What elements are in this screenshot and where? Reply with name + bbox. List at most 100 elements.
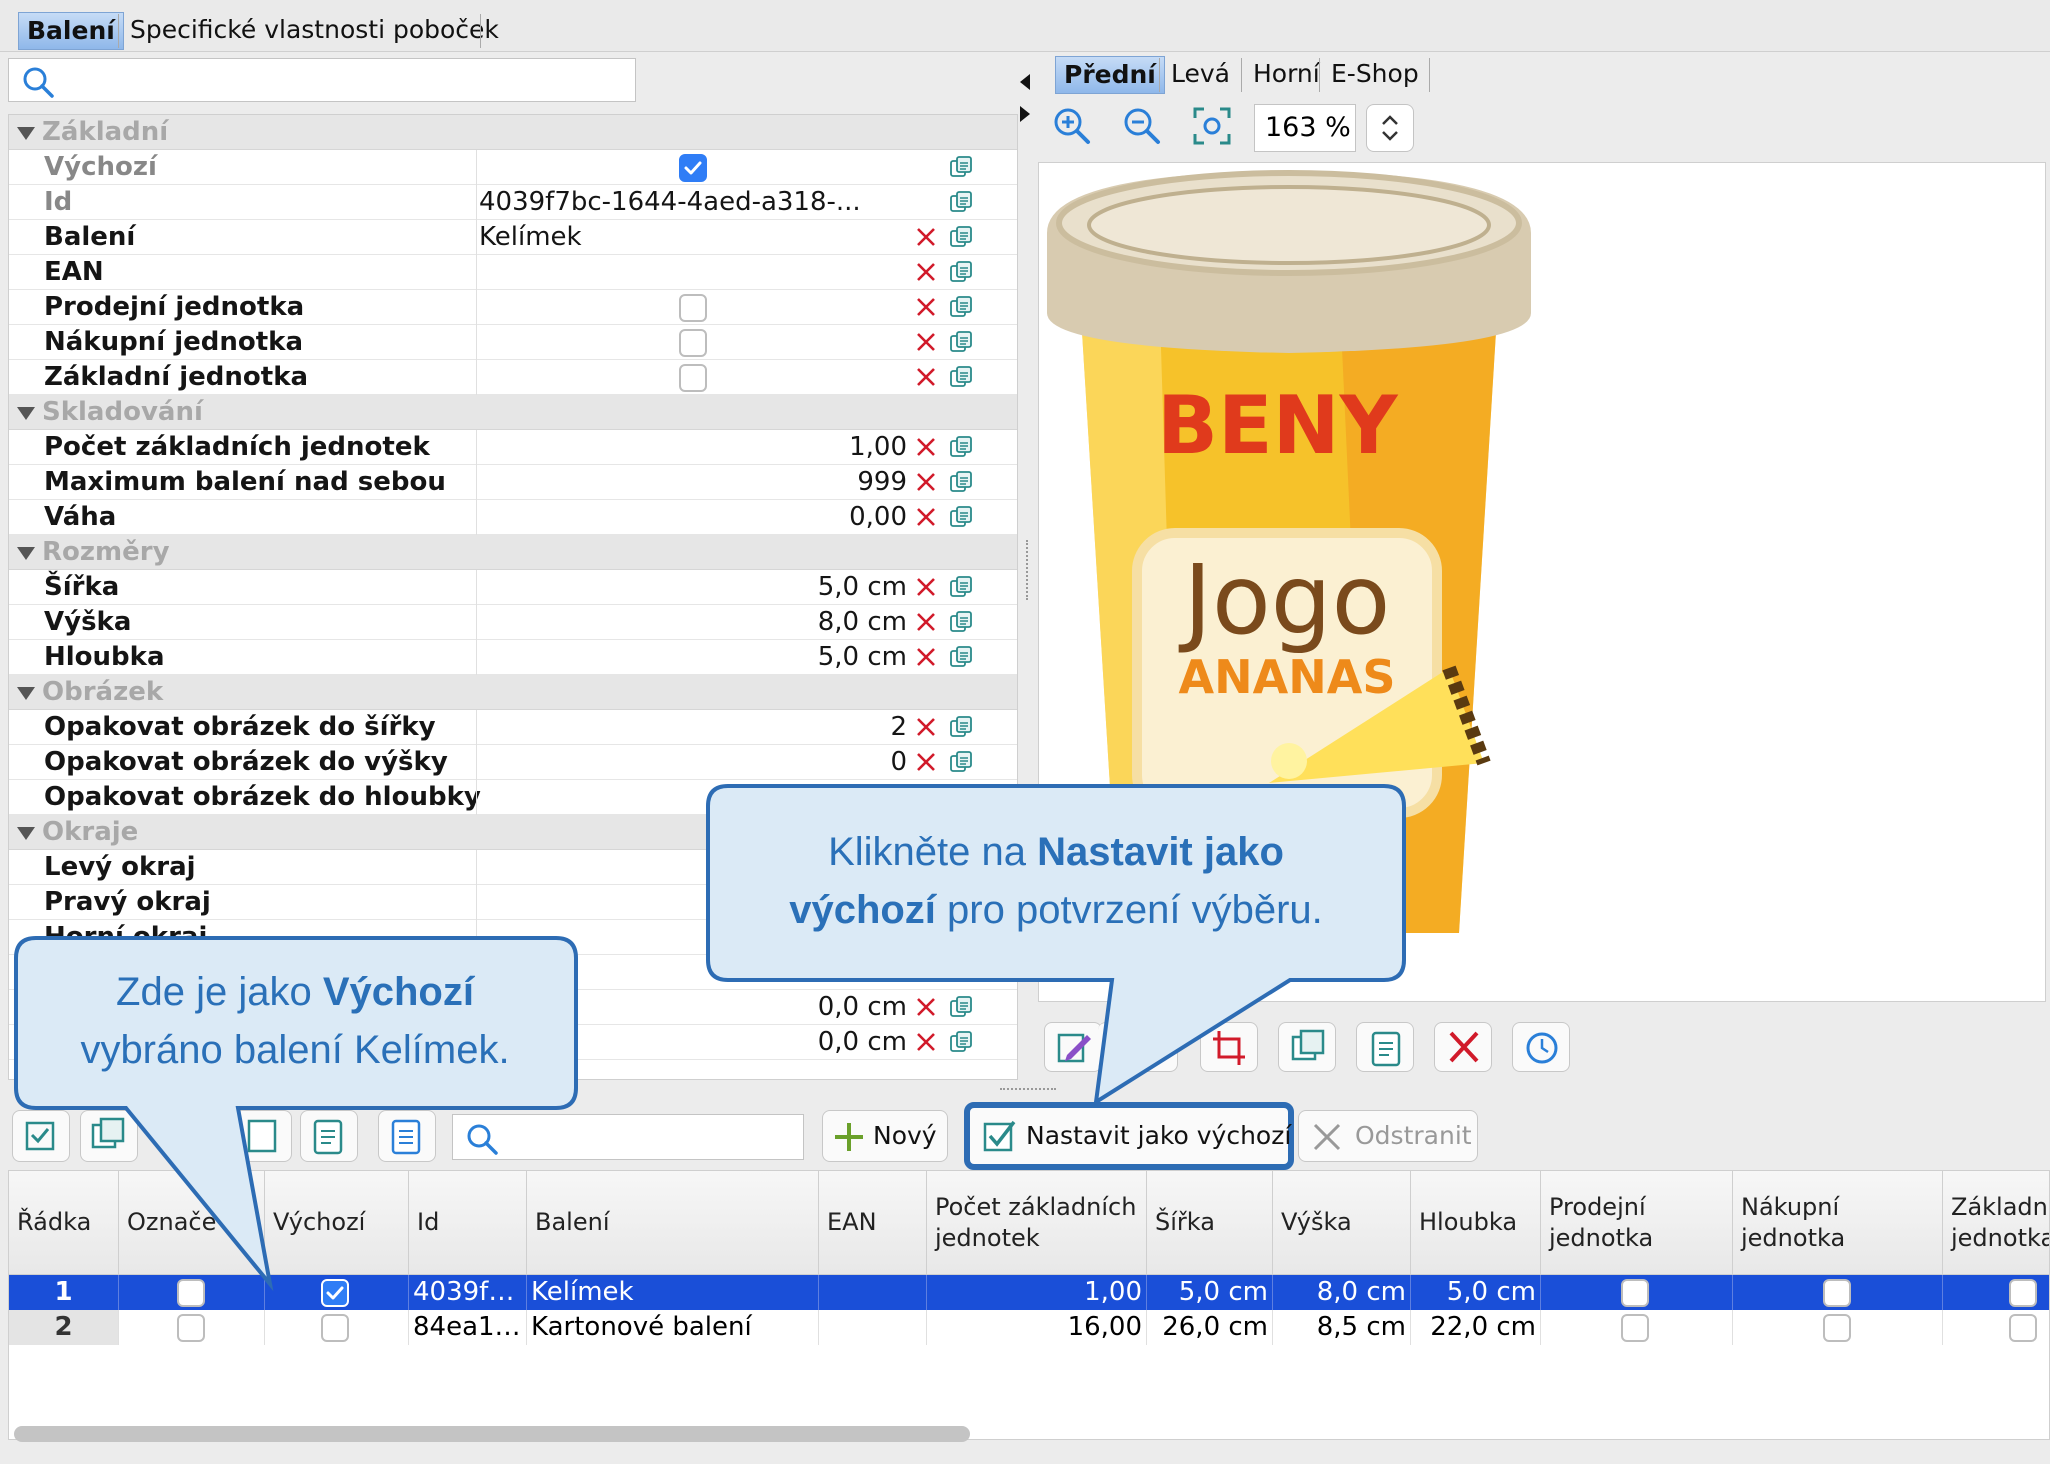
category-skladovani[interactable]: Skladování	[9, 395, 1017, 430]
tab-baleni[interactable]: Balení	[18, 12, 124, 50]
tab-specificke-vlastnosti[interactable]: Specifické vlastnosti poboček	[122, 12, 507, 50]
horizontal-scrollbar[interactable]	[14, 1426, 970, 1442]
prodejni-jednotka-checkbox[interactable]	[679, 294, 707, 322]
category-zakladni[interactable]: Základní	[9, 115, 1017, 150]
copy-rows-button[interactable]	[80, 1110, 138, 1162]
clear-x-icon[interactable]	[914, 1030, 938, 1054]
col-header-pocet[interactable]: Počet základních jednotek	[927, 1171, 1147, 1275]
zoom-spinner[interactable]	[1366, 104, 1414, 152]
export-button[interactable]	[234, 1110, 292, 1162]
col-header-prodejni[interactable]: Prodejní jednotka	[1541, 1171, 1733, 1275]
prop-value[interactable]: 1,00	[479, 430, 907, 465]
prop-row-vyska[interactable]: Výška 8,0 cm	[9, 605, 1017, 640]
col-header-hloubka[interactable]: Hloubka	[1411, 1171, 1541, 1275]
zakladni-jednotka-checkbox[interactable]	[679, 364, 707, 392]
clear-x-icon[interactable]	[914, 505, 938, 529]
prop-row-opakovat-vyska[interactable]: Opakovat obrázek do výšky 0	[9, 745, 1017, 780]
tab-eshop[interactable]: E-Shop	[1323, 56, 1427, 94]
zakladni-checkbox[interactable]	[2009, 1279, 2037, 1307]
nakupni-checkbox[interactable]	[1823, 1314, 1851, 1342]
copy-icon[interactable]	[949, 155, 973, 179]
tab-leva[interactable]: Levá	[1163, 56, 1238, 94]
collapse-triangle-icon[interactable]	[17, 547, 35, 560]
prop-row-vaha[interactable]: Váha 0,00	[9, 500, 1017, 535]
prop-row-ean[interactable]: EAN	[9, 255, 1017, 290]
collapse-triangle-icon[interactable]	[17, 407, 35, 420]
collapse-triangle-icon[interactable]	[17, 127, 35, 140]
new-button[interactable]: Nový	[822, 1110, 948, 1162]
history-image-button[interactable]	[1512, 1022, 1570, 1072]
col-header-oznaceni[interactable]: Označe	[119, 1171, 265, 1275]
copy-icon[interactable]	[949, 260, 973, 284]
copy-icon[interactable]	[949, 645, 973, 669]
col-header-vyska[interactable]: Výška	[1273, 1171, 1411, 1275]
horizontal-splitter-handle[interactable]	[1000, 1088, 1056, 1092]
col-header-ean[interactable]: EAN	[819, 1171, 927, 1275]
clear-x-icon[interactable]	[914, 435, 938, 459]
prop-row-nakupni-jednotka[interactable]: Nákupní jednotka	[9, 325, 1017, 360]
tab-horni[interactable]: Horní	[1245, 56, 1328, 94]
vychozi-checkbox[interactable]	[679, 154, 707, 182]
clear-x-icon[interactable]	[914, 995, 938, 1019]
clear-x-icon[interactable]	[914, 715, 938, 739]
nakupni-checkbox[interactable]	[1823, 1279, 1851, 1307]
copy-icon[interactable]	[949, 1030, 973, 1054]
col-header-vychozi[interactable]: Výchozí	[265, 1171, 409, 1275]
zoom-in-icon[interactable]	[1052, 106, 1092, 146]
oznaceni-checkbox[interactable]	[177, 1314, 205, 1342]
copy-icon[interactable]	[949, 330, 973, 354]
prop-row-pocet[interactable]: Počet základních jednotek 1,00	[9, 430, 1017, 465]
crop-button[interactable]	[1200, 1022, 1258, 1072]
set-default-button[interactable]: Nastavit jako výchozí	[964, 1102, 1294, 1170]
copy-icon[interactable]	[949, 575, 973, 599]
prop-value[interactable]: 5,0 cm	[479, 640, 907, 675]
table-search-input[interactable]	[452, 1114, 804, 1160]
vertical-splitter-handle[interactable]	[1026, 540, 1030, 600]
splitter-arrows-icon[interactable]	[1018, 72, 1034, 126]
copy-icon[interactable]	[949, 365, 973, 389]
tab-predni[interactable]: Přední	[1055, 56, 1165, 94]
prop-value[interactable]: 2	[479, 710, 907, 745]
prop-row-prodejni-jednotka[interactable]: Prodejní jednotka	[9, 290, 1017, 325]
prop-value[interactable]: 0	[479, 745, 907, 780]
category-rozmery[interactable]: Rozměry	[9, 535, 1017, 570]
clear-x-icon[interactable]	[914, 260, 938, 284]
table-row[interactable]: 1 4039f… Kelímek 1,00 5,0 cm 8,0 cm 5,0 …	[9, 1275, 2049, 1310]
copy-icon[interactable]	[949, 995, 973, 1019]
clear-x-icon[interactable]	[914, 575, 938, 599]
collapse-triangle-icon[interactable]	[17, 687, 35, 700]
prop-row-id[interactable]: Id 4039f7bc-1644-4aed-a318-...	[9, 185, 1017, 220]
zoom-fit-icon[interactable]	[1192, 106, 1232, 146]
clear-x-icon[interactable]	[914, 645, 938, 669]
copy-icon[interactable]	[949, 610, 973, 634]
prop-row-opakovat-sirka[interactable]: Opakovat obrázek do šířky 2	[9, 710, 1017, 745]
prop-value[interactable]: 999	[479, 465, 907, 500]
copy-icon[interactable]	[949, 750, 973, 774]
copy-icon[interactable]	[949, 225, 973, 249]
copy-image-button[interactable]	[1278, 1022, 1336, 1072]
zoom-out-icon[interactable]	[1122, 106, 1162, 146]
copy-icon[interactable]	[949, 295, 973, 319]
prop-value[interactable]: 5,0 cm	[479, 570, 907, 605]
delete-image-button[interactable]	[1434, 1022, 1492, 1072]
copy-icon[interactable]	[949, 505, 973, 529]
prop-row-opakovat-hloubka[interactable]: Opakovat obrázek do hloubky	[9, 780, 1017, 815]
prop-row-sirka[interactable]: Šířka 5,0 cm	[9, 570, 1017, 605]
prop-value[interactable]: 8,0 cm	[479, 605, 907, 640]
col-header-sirka[interactable]: Šířka	[1147, 1171, 1273, 1275]
paste-rows-button[interactable]	[300, 1110, 358, 1162]
prop-row-maximum[interactable]: Maximum balení nad sebou 999	[9, 465, 1017, 500]
col-header-id[interactable]: Id	[409, 1171, 527, 1275]
col-header-zakladni[interactable]: Základní jednotka	[1943, 1171, 2049, 1275]
clipboard-list-button[interactable]	[378, 1110, 436, 1162]
copy-icon[interactable]	[949, 715, 973, 739]
col-header-baleni[interactable]: Balení	[527, 1171, 819, 1275]
image-toolbar-button[interactable]	[1098, 1022, 1178, 1072]
zoom-level-field[interactable]: 163 %	[1254, 104, 1356, 152]
vychozi-checkbox[interactable]	[321, 1314, 349, 1342]
select-all-button[interactable]	[12, 1110, 70, 1162]
collapse-triangle-icon[interactable]	[17, 827, 35, 840]
edit-image-button[interactable]	[1044, 1022, 1102, 1072]
prop-value[interactable]: Kelímek	[479, 220, 919, 255]
prop-row-zakladni-jednotka[interactable]: Základní jednotka	[9, 360, 1017, 395]
